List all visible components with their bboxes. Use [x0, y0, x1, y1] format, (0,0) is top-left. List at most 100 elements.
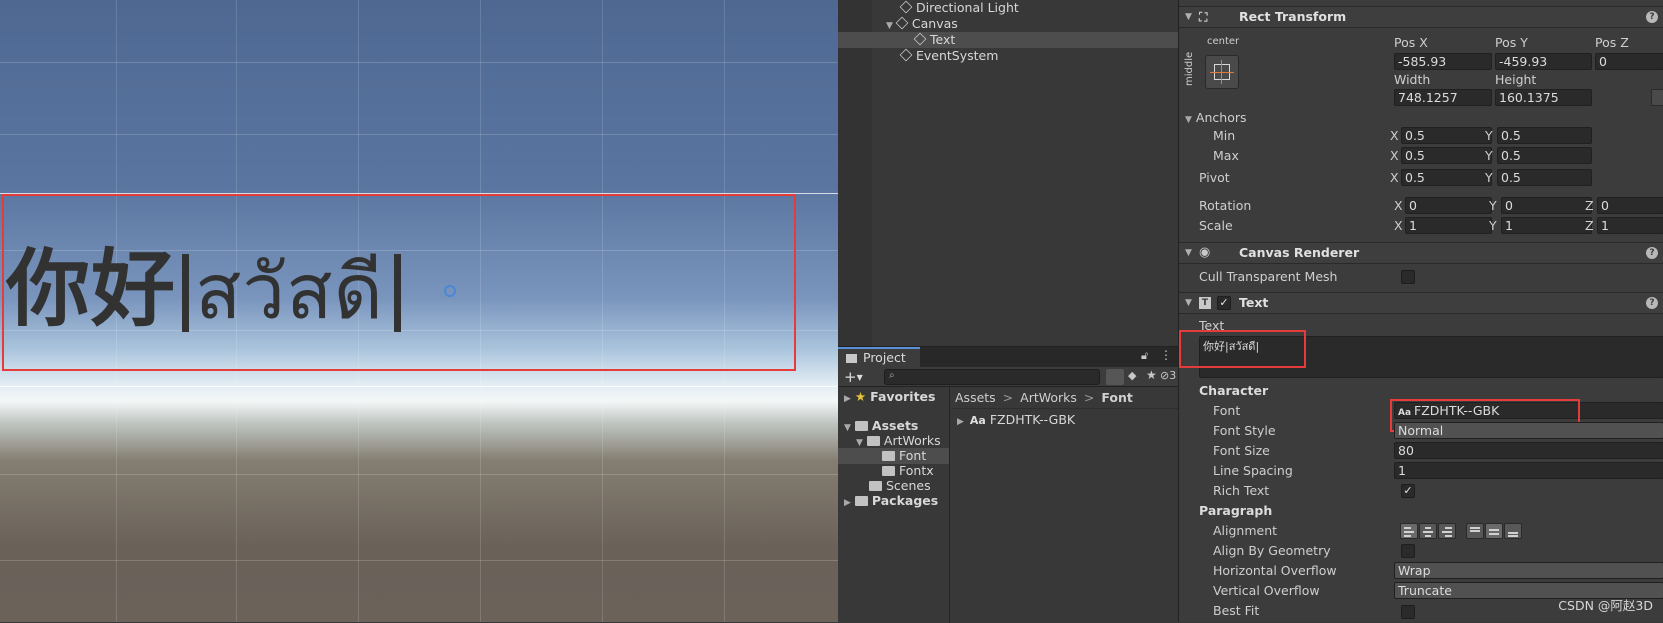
favorite-star-icon[interactable]: ★	[1146, 368, 1157, 382]
text-divider	[182, 254, 190, 332]
tab-project[interactable]: Project	[838, 347, 920, 367]
tab-label: Project	[863, 350, 906, 365]
tree-item-font[interactable]: Font	[838, 448, 949, 464]
anchor-max-x-field[interactable]: 0.5	[1401, 147, 1492, 164]
create-button[interactable]: +▼	[844, 368, 863, 387]
x-label: X	[1390, 170, 1399, 185]
align-by-geometry-checkbox[interactable]	[1401, 544, 1415, 558]
anchor-min-y-field[interactable]: 0.5	[1497, 127, 1592, 144]
tree-item-label: Favorites	[870, 389, 936, 404]
folder-icon	[882, 466, 895, 476]
tree-item-label: Fontx	[899, 463, 934, 478]
align-upper-button[interactable]	[1466, 523, 1484, 539]
project-panel: Project 🔓︎ ⋮ +▼ ⌕ ◆ ★ ⊘3 ▶ ★ Favorites ▼ As…	[838, 346, 1178, 623]
tree-item-label: Font	[899, 448, 927, 463]
scene-text-object[interactable]: 你好 สวัสดี	[6, 222, 401, 352]
height-label: Height	[1495, 72, 1537, 87]
tree-item-fontx[interactable]: Fontx	[882, 463, 934, 479]
y-label: Y	[1485, 148, 1493, 163]
tree-item-packages[interactable]: ▶ Packages	[844, 493, 938, 509]
help-icon[interactable]: ?	[1646, 297, 1658, 309]
font-asset-icon: Aa	[969, 414, 986, 427]
rotation-y-field[interactable]: 0	[1501, 197, 1592, 214]
raw-edit-button[interactable]	[1651, 89, 1663, 106]
anchors-foldout[interactable]: ▼ Anchors	[1185, 109, 1247, 127]
foldout-arrow-icon[interactable]: ▼	[1185, 293, 1192, 313]
project-search-input[interactable]: ⌕	[884, 369, 1100, 385]
rotation-z-field[interactable]: 0	[1597, 197, 1663, 214]
rich-text-checkbox[interactable]: ✓	[1401, 484, 1415, 498]
more-options-icon[interactable]: ⋮	[1160, 348, 1172, 362]
pivot-handle-icon[interactable]	[444, 285, 456, 297]
pivot-y-field[interactable]: 0.5	[1497, 169, 1592, 186]
rotation-x-field[interactable]: 0	[1405, 197, 1492, 214]
foldout-arrow-icon[interactable]: ▼	[1185, 7, 1192, 27]
x-label: X	[1394, 198, 1403, 213]
height-field[interactable]: 160.1375	[1495, 89, 1592, 106]
breadcrumb-item[interactable]: Font	[1101, 390, 1133, 405]
expand-arrow-icon[interactable]: ▼	[886, 21, 893, 31]
max-label: Max	[1213, 148, 1239, 163]
font-size-field[interactable]: 80	[1394, 442, 1663, 459]
lock-icon[interactable]: 🔓︎	[1141, 349, 1148, 363]
help-icon[interactable]: ?	[1646, 247, 1658, 259]
hierarchy-item-eventsystem[interactable]: EventSystem	[899, 48, 998, 64]
y-label: Y	[1489, 218, 1497, 233]
gameobject-icon	[895, 16, 909, 30]
width-field[interactable]: 748.1257	[1394, 89, 1492, 106]
anchor-preset-side-label: middle	[1184, 51, 1195, 86]
inspector-panel: ▼ ⛶ Rect Transform ? center middle Pos X…	[1178, 0, 1663, 622]
pos-x-field[interactable]: -585.93	[1394, 53, 1492, 70]
rect-transform-header[interactable]: ▼ ⛶ Rect Transform ?	[1179, 6, 1663, 28]
align-left-button[interactable]	[1400, 523, 1418, 539]
grid-line	[0, 560, 838, 561]
scale-z-field[interactable]: 1	[1597, 217, 1663, 234]
anchor-max-y-field[interactable]: 0.5	[1497, 147, 1592, 164]
scale-x-field[interactable]: 1	[1405, 217, 1492, 234]
text-component-header[interactable]: ▼ T ✓ Text ?	[1179, 292, 1663, 314]
canvas-renderer-header[interactable]: ▼ ◉ Canvas Renderer ?	[1179, 242, 1663, 264]
filter-label-icon[interactable]: ◆	[1128, 369, 1136, 382]
anchor-min-x-field[interactable]: 0.5	[1401, 127, 1492, 144]
eye-slash-icon: ⊘	[1160, 369, 1170, 382]
align-right-button[interactable]	[1438, 523, 1456, 539]
star-icon: ★	[854, 389, 867, 404]
breadcrumb-item[interactable]: Assets	[955, 390, 996, 405]
hierarchy-item-canvas[interactable]: ▼ Canvas	[886, 16, 958, 32]
filter-type-button[interactable]	[1106, 369, 1124, 385]
min-label: Min	[1213, 128, 1236, 143]
file-item-label: FZDHTK--GBK	[989, 412, 1076, 427]
component-enabled-checkbox[interactable]: ✓	[1217, 296, 1231, 310]
align-middle-button[interactable]	[1485, 523, 1503, 539]
tree-item-scenes[interactable]: Scenes	[869, 478, 931, 494]
horizontal-overflow-dropdown[interactable]: Wrap	[1394, 562, 1663, 579]
hierarchy-item-text[interactable]: Text	[838, 32, 1178, 48]
align-center-button[interactable]	[1419, 523, 1437, 539]
line-spacing-field[interactable]: 1	[1394, 462, 1663, 479]
pos-z-label: Pos Z	[1595, 35, 1629, 50]
pos-z-field[interactable]: 0	[1595, 53, 1663, 70]
hidden-packages-toggle[interactable]: ⊘3	[1160, 369, 1176, 382]
font-size-label: Font Size	[1213, 443, 1270, 458]
pivot-x-field[interactable]: 0.5	[1401, 169, 1492, 186]
tree-item-artworks[interactable]: ▼ ArtWorks	[856, 433, 941, 449]
font-style-dropdown[interactable]: Normal	[1394, 422, 1663, 439]
best-fit-checkbox[interactable]	[1401, 605, 1415, 619]
scale-y-field[interactable]: 1	[1501, 217, 1592, 234]
tree-item-assets[interactable]: ▼ Assets	[844, 418, 918, 434]
scene-view[interactable]: 你好 สวัสดี	[0, 0, 838, 622]
cull-transparent-mesh-checkbox[interactable]	[1401, 270, 1415, 284]
paragraph-section-label: Paragraph	[1199, 503, 1273, 518]
tree-item-favorites[interactable]: ▶ ★ Favorites	[844, 389, 935, 405]
file-item-fzdhtk-gbk[interactable]: ▶ Aa FZDHTK--GBK	[957, 412, 1075, 428]
folder-icon	[846, 354, 857, 363]
foldout-arrow-icon[interactable]: ▼	[1185, 243, 1192, 263]
hierarchy-item-directional-light[interactable]: Directional Light	[899, 0, 1019, 16]
align-lower-button[interactable]	[1504, 523, 1522, 539]
anchor-preset-button[interactable]	[1205, 55, 1239, 89]
pos-y-field[interactable]: -459.93	[1495, 53, 1592, 70]
hierarchy-item-label: Text	[930, 32, 956, 47]
help-icon[interactable]: ?	[1646, 11, 1658, 23]
breadcrumb-item[interactable]: ArtWorks	[1020, 390, 1077, 405]
component-title: Canvas Renderer	[1239, 245, 1360, 260]
